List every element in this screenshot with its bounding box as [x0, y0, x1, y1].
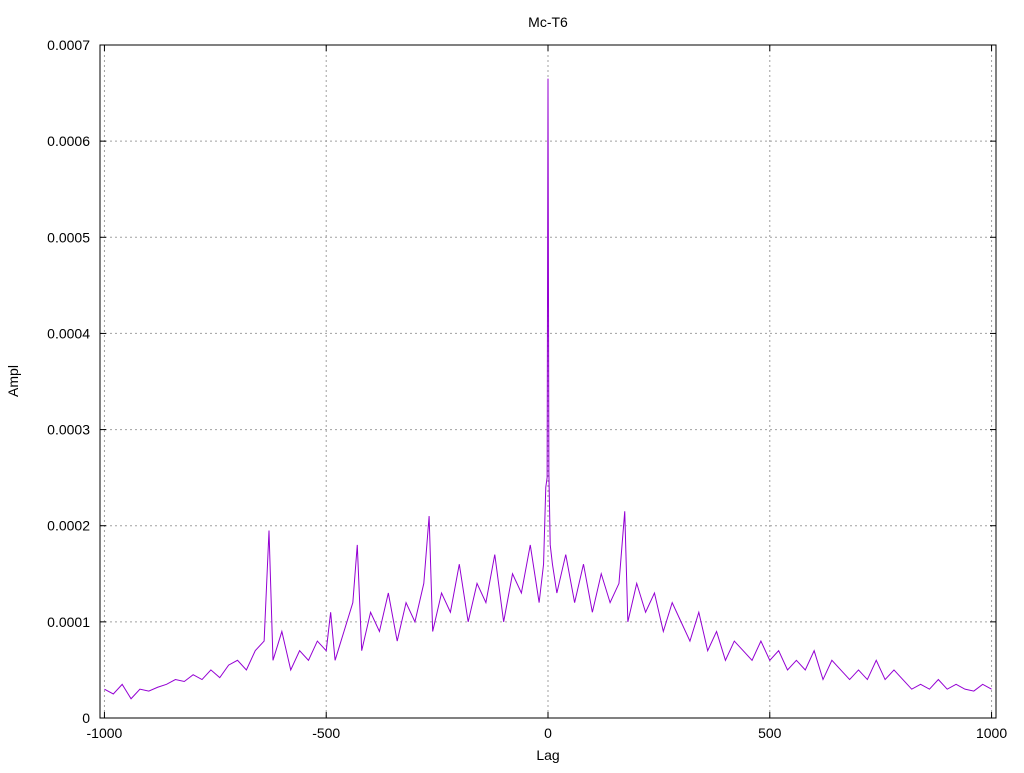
y-tick-label: 0.0003	[47, 422, 90, 438]
x-tick-label: -1000	[87, 725, 123, 741]
y-axis-label: Ampl	[5, 365, 21, 397]
y-tick-label: 0.0001	[47, 614, 90, 630]
y-tick-label: 0.0004	[47, 325, 90, 341]
x-tick-label: -500	[312, 725, 340, 741]
x-tick-label: 1000	[976, 725, 1007, 741]
chart-title: Mc-T6	[528, 14, 568, 30]
correlation-chart: -1000 -500 0 500 1000 0 0.0001 0.0002 0.0003 0.00…	[5, 14, 1007, 763]
x-tick-label: 0	[544, 725, 552, 741]
y-tick-label: 0.0006	[47, 133, 90, 149]
y-tick-label: 0.0007	[47, 37, 90, 53]
x-tick-label: 500	[758, 725, 782, 741]
y-tick-label: 0.0002	[47, 518, 90, 534]
y-tick-label: 0.0005	[47, 229, 90, 245]
axis-ticks: -1000 -500 0 500 1000 0 0.0001 0.0002 0.0003 0.00…	[47, 37, 1007, 741]
x-axis-label: Lag	[536, 747, 559, 763]
y-tick-label: 0	[82, 710, 90, 726]
